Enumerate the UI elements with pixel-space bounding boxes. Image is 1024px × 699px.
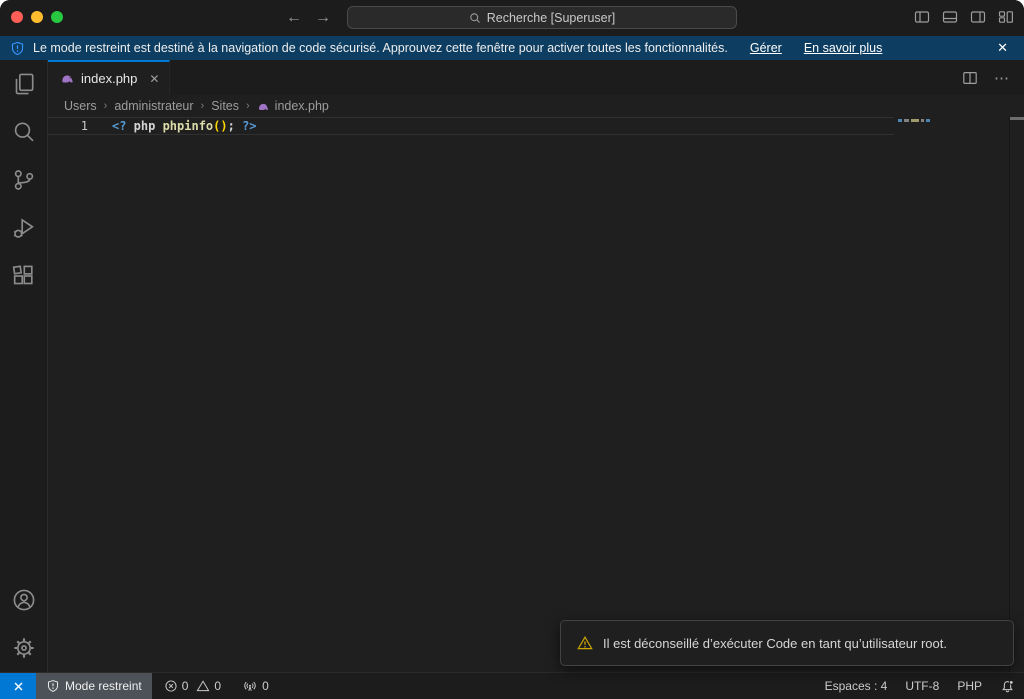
php-elephant-icon [60, 71, 75, 86]
extensions-icon[interactable] [0, 252, 48, 300]
ports-count: 0 [262, 679, 269, 693]
toggle-panel-icon[interactable] [942, 9, 958, 25]
notification-toast[interactable]: Il est déconseillé d’exécuter Code en ta… [560, 620, 1014, 666]
run-and-debug-icon[interactable] [0, 204, 48, 252]
indentation-status[interactable]: Espaces : 4 [816, 673, 897, 699]
banner-manage-link[interactable]: Gérer [750, 41, 782, 55]
minimap[interactable] [898, 119, 930, 122]
indentation-label: Espaces : 4 [825, 679, 888, 693]
tab-bar: index.php ✕ ⋯ [48, 60, 1024, 95]
tab-close-icon[interactable]: ✕ [149, 72, 159, 86]
search-label: Recherche [Superuser] [487, 11, 616, 25]
account-icon[interactable] [0, 576, 48, 624]
error-count: 0 [182, 679, 189, 693]
command-center-search[interactable]: Recherche [Superuser] [347, 6, 737, 29]
tab-index-php[interactable]: index.php ✕ [48, 60, 170, 95]
breadcrumb-separator: › [201, 100, 205, 112]
bell-icon [1000, 679, 1015, 694]
vscode-window: ← → Recherche [Superuser] [0, 0, 1024, 699]
error-icon [164, 679, 178, 693]
encoding-status[interactable]: UTF-8 [896, 673, 948, 699]
code-line: <? php phpinfo(); ?> [112, 119, 257, 133]
restricted-mode-banner: Le mode restreint est destiné à la navig… [0, 36, 1024, 60]
editor-code-area[interactable]: 1 <? php phpinfo(); ?> [48, 117, 1024, 672]
overview-ruler-cursor-mark [1010, 117, 1024, 120]
php-elephant-icon [257, 100, 270, 113]
search-icon [469, 12, 481, 24]
customize-layout-icon[interactable] [998, 9, 1014, 25]
radio-tower-icon [243, 679, 257, 693]
remote-indicator[interactable] [0, 673, 36, 699]
editor-group: index.php ✕ ⋯ Users › administrateur › S… [48, 60, 1024, 672]
banner-message: Le mode restreint est destiné à la navig… [33, 41, 728, 55]
titlebar: ← → Recherche [Superuser] [0, 0, 1024, 36]
search-view-icon[interactable] [0, 108, 48, 156]
explorer-icon[interactable] [0, 60, 48, 108]
restricted-mode-status[interactable]: Mode restreint [36, 673, 152, 699]
breadcrumb-separator: › [104, 100, 108, 112]
encoding-label: UTF-8 [905, 679, 939, 693]
editor-actions: ⋯ [962, 60, 1010, 95]
zoom-window-button[interactable] [51, 11, 63, 23]
problems-status[interactable]: 0 0 [152, 673, 229, 699]
layout-controls [914, 9, 1014, 25]
forward-icon[interactable]: → [315, 9, 331, 27]
back-icon[interactable]: ← [286, 9, 302, 27]
status-bar-right: Espaces : 4 UTF-8 PHP [816, 673, 1024, 699]
tab-label: index.php [81, 71, 137, 86]
notification-message: Il est déconseillé d’exécuter Code en ta… [603, 636, 947, 651]
shield-icon [46, 679, 60, 693]
banner-close-icon[interactable]: ✕ [991, 40, 1014, 56]
warning-count-icon [196, 679, 210, 693]
source-control-icon[interactable] [0, 156, 48, 204]
breadcrumb-item[interactable]: Users [64, 99, 97, 113]
workspace-trust-shield-icon [10, 41, 25, 56]
breadcrumb-separator: › [246, 100, 250, 112]
language-mode-status[interactable]: PHP [948, 673, 991, 699]
line-number: 1 [48, 119, 88, 133]
warning-count: 0 [214, 679, 221, 693]
notifications-bell[interactable] [991, 673, 1024, 699]
ports-status[interactable]: 0 [235, 673, 277, 699]
overview-ruler-separator [1009, 117, 1010, 672]
close-window-button[interactable] [11, 11, 23, 23]
breadcrumb-item[interactable]: administrateur [114, 99, 193, 113]
breadcrumb-item[interactable]: Sites [211, 99, 239, 113]
window-controls [11, 11, 63, 23]
history-navigation: ← → [286, 0, 331, 36]
settings-gear-icon[interactable] [0, 624, 48, 672]
banner-learn-more-link[interactable]: En savoir plus [804, 41, 883, 55]
language-label: PHP [957, 679, 982, 693]
activity-bar [0, 60, 48, 672]
status-bar: Mode restreint 0 0 0 Espaces : [0, 672, 1024, 699]
remote-icon [11, 679, 26, 694]
breadcrumb-file[interactable]: index.php [257, 99, 329, 113]
breadcrumb-file-label: index.php [275, 99, 329, 113]
minimize-window-button[interactable] [31, 11, 43, 23]
warning-icon [577, 635, 593, 651]
more-actions-icon[interactable]: ⋯ [994, 69, 1010, 87]
breadcrumbs: Users › administrateur › Sites › index.p… [48, 95, 1024, 117]
split-editor-icon[interactable] [962, 70, 978, 86]
toggle-primary-sidebar-icon[interactable] [914, 9, 930, 25]
toggle-secondary-sidebar-icon[interactable] [970, 9, 986, 25]
restricted-mode-label: Mode restreint [65, 679, 142, 693]
workbench: index.php ✕ ⋯ Users › administrateur › S… [0, 60, 1024, 672]
current-line-highlight: 1 <? php phpinfo(); ?> [48, 117, 894, 135]
